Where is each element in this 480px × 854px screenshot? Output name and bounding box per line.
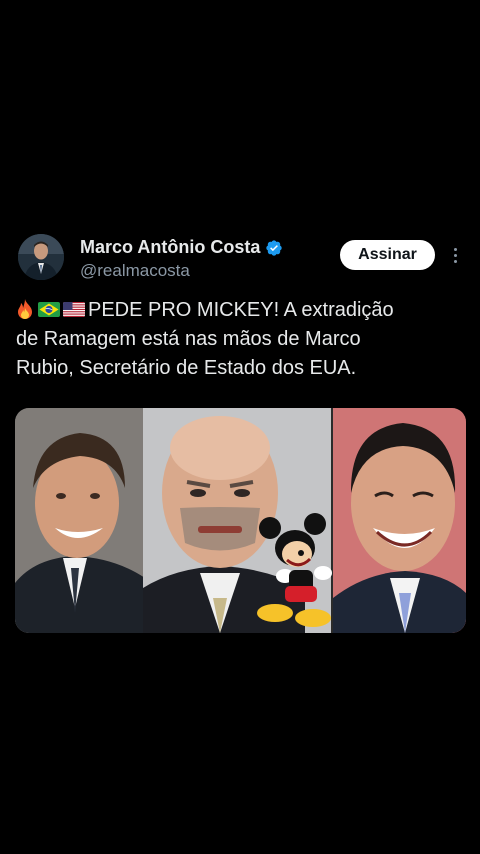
- photo-collage: [15, 408, 466, 633]
- author-name[interactable]: Marco Antônio Costa: [80, 237, 260, 258]
- tweet-media-image[interactable]: [15, 408, 466, 633]
- fire-icon: [18, 299, 32, 319]
- author-avatar[interactable]: [18, 234, 64, 280]
- tweet-text-line3: Rubio, Secretário de Estado dos EUA.: [16, 357, 357, 379]
- tweet-text: PEDE PRO MICKEY! A extradição de Ramagem…: [16, 296, 468, 383]
- tweet-header: Marco Antônio Costa @realmacosta Assinar: [0, 226, 480, 288]
- us-flag-icon: [63, 302, 85, 317]
- subscribe-button[interactable]: Assinar: [340, 240, 435, 270]
- more-vertical-icon[interactable]: [447, 242, 463, 268]
- author-handle[interactable]: @realmacosta: [80, 261, 190, 281]
- tweet-text-line1: PEDE PRO MICKEY! A extradição: [88, 299, 394, 321]
- brazil-flag-icon: [38, 302, 60, 317]
- tweet-text-line2: de Ramagem está nas mãos de Marco: [16, 328, 361, 350]
- verified-badge-icon: [266, 239, 283, 256]
- tweet-card[interactable]: Marco Antônio Costa @realmacosta Assinar: [0, 226, 480, 633]
